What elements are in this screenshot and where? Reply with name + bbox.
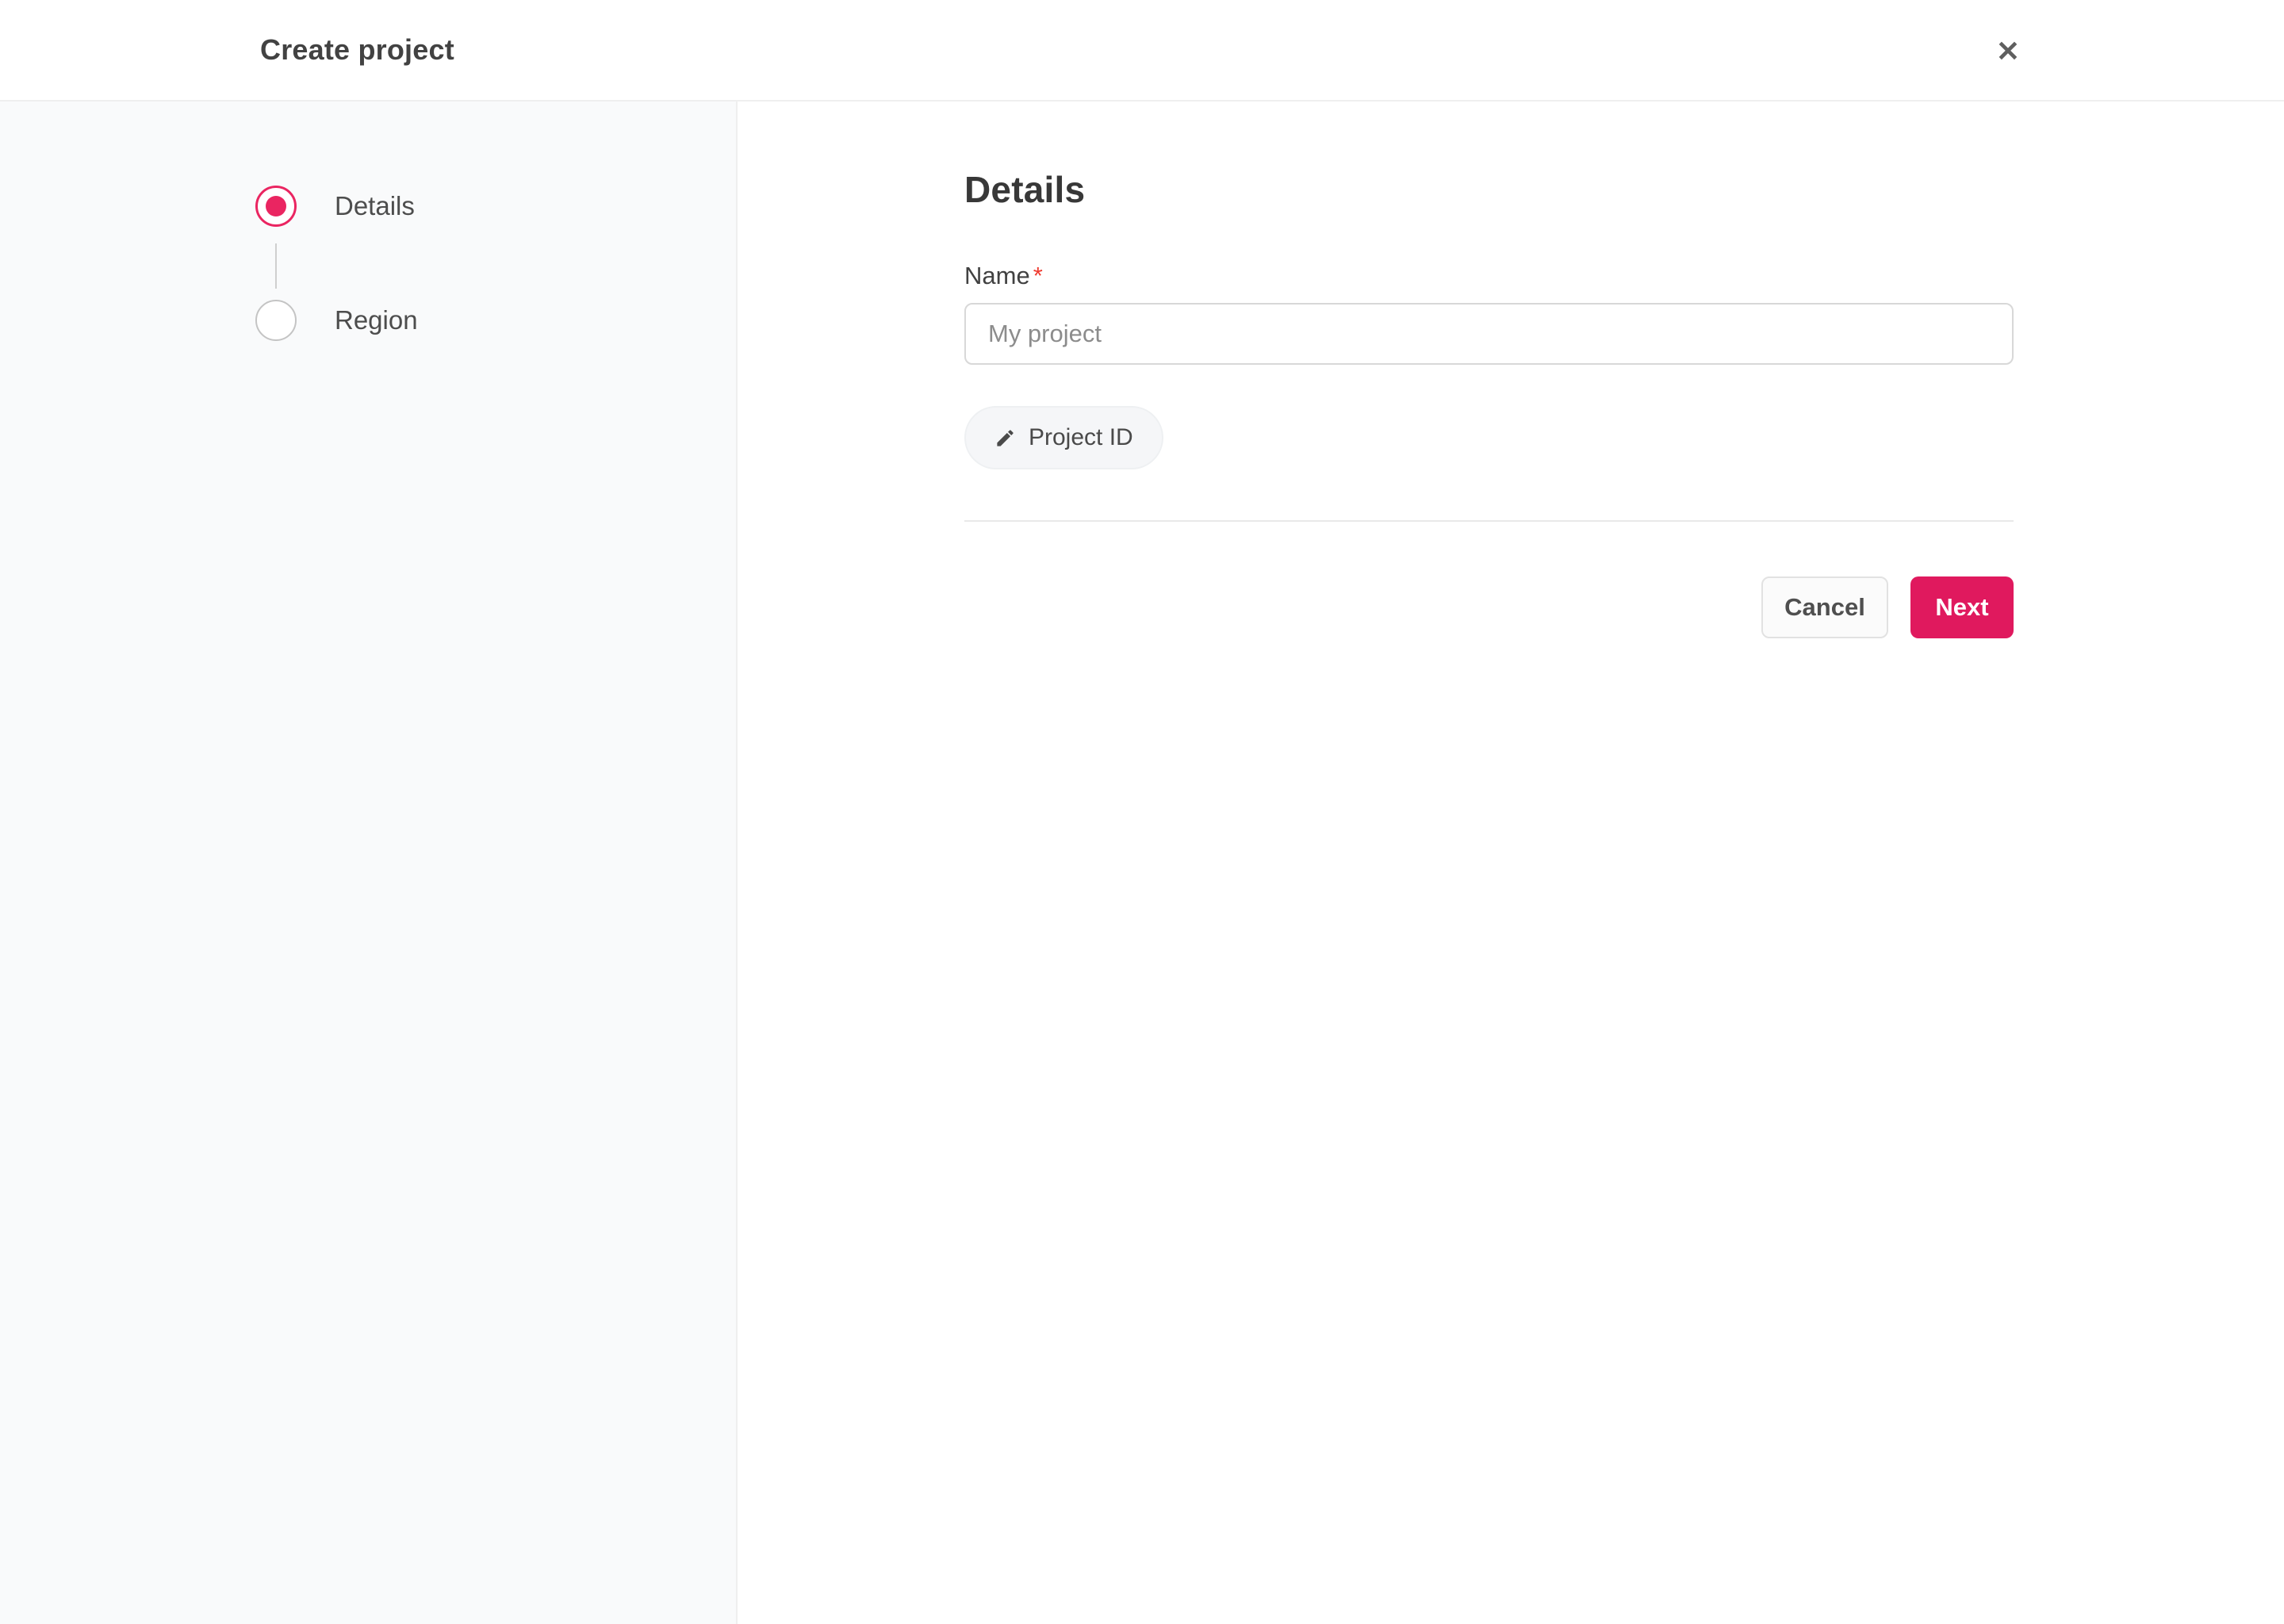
radio-selected-icon: [255, 186, 297, 227]
cancel-button[interactable]: Cancel: [1761, 576, 1888, 638]
modal-header: Create project ✕: [0, 0, 2284, 102]
radio-dot: [266, 196, 286, 216]
stepper-step-details[interactable]: Details: [255, 186, 415, 227]
project-id-button[interactable]: Project ID: [964, 406, 1163, 469]
pencil-icon: [997, 429, 1014, 446]
name-field-label: Name *: [964, 262, 1043, 290]
next-button[interactable]: Next: [1910, 576, 2014, 638]
create-project-modal: Create project ✕ Details Region Details …: [0, 0, 2284, 1624]
stepper-step-label: Region: [335, 305, 418, 335]
close-icon: ✕: [1995, 35, 2021, 67]
modal-body: Details Region Details Name* Project ID: [0, 102, 2284, 1624]
divider: [964, 520, 2014, 522]
section-heading: Details: [964, 169, 1086, 210]
project-id-button-label: Project ID: [1029, 424, 1133, 450]
modal-title: Create project: [260, 33, 454, 66]
stepper-step-label: Details: [335, 191, 415, 220]
radio-unselected-icon: [255, 300, 297, 341]
name-label-text: Name: [964, 262, 1030, 289]
stepper-step-region[interactable]: Region: [255, 300, 418, 341]
details-panel: Details Name* Project ID Cancel Next: [738, 102, 2284, 1624]
required-asterisk: *: [1033, 262, 1043, 289]
stepper-connector-line: [275, 243, 277, 289]
action-buttons: Cancel Next: [1761, 576, 2014, 638]
stepper-sidebar: Details Region: [0, 102, 738, 1624]
project-name-input[interactable]: [964, 303, 2014, 365]
close-button[interactable]: ✕: [1983, 26, 2033, 77]
